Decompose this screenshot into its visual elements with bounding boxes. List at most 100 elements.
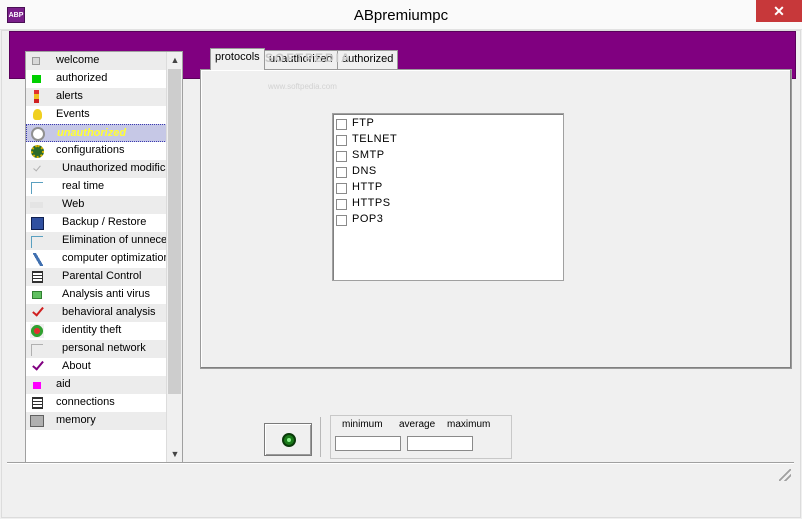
protocol-label: TELNET: [352, 133, 398, 145]
sidebar-item-memory[interactable]: memory: [26, 412, 167, 430]
protocol-checklist: FTP TELNET SMTP DNS HTTP HTTPS POP3: [332, 113, 564, 281]
sidebar-item-label: Analysis anti virus: [62, 288, 151, 300]
sidebar-item-label: Parental Control: [62, 270, 142, 282]
sidebar-item-alerts[interactable]: alerts: [26, 88, 167, 106]
green-box-icon: [32, 291, 42, 299]
trash-icon: [31, 236, 43, 248]
sidebar-item-label: computer optimization: [62, 252, 167, 264]
sidebar-item-authorized[interactable]: authorized: [26, 70, 167, 88]
divider: [320, 417, 321, 457]
lightbulb-icon: [33, 109, 42, 120]
checkbox[interactable]: [336, 215, 347, 226]
protocol-label: DNS: [352, 165, 377, 177]
sidebar-item-analysis-anti-virus[interactable]: Analysis anti virus: [26, 286, 167, 304]
alert-figure-icon: [34, 90, 39, 103]
scroll-up-arrow-icon[interactable]: ▲: [167, 52, 182, 68]
protocol-label: HTTP: [352, 181, 383, 193]
window-title: ABpremiumpc: [353, 7, 449, 24]
sidebar-item-personal-network[interactable]: personal network: [26, 340, 167, 358]
connections-icon: [32, 397, 43, 409]
document-icon: [32, 271, 43, 283]
sidebar-item-label: Unauthorized modifica: [62, 162, 167, 174]
checkbox[interactable]: [336, 119, 347, 130]
checkbox[interactable]: [336, 167, 347, 178]
network-icon: [31, 344, 43, 356]
sidebar-item-label: Events: [56, 108, 90, 120]
magenta-square-icon: [33, 382, 41, 389]
red-check-icon: [32, 304, 44, 317]
sidebar-item-label: welcome: [56, 54, 100, 66]
stats-group: minimum average maximum: [330, 415, 512, 459]
sidebar-item-label: Elimination of unneces: [62, 234, 167, 246]
backup-disk-icon: [31, 217, 44, 230]
checkmark-light-icon: [33, 163, 41, 172]
sidebar-item-connections[interactable]: connections: [26, 394, 167, 412]
softpedia-watermark: SOFTPEDIA: [265, 51, 352, 65]
green-square-icon: [32, 75, 41, 83]
sidebar-scrollbar[interactable]: ▲ ▼: [166, 52, 182, 462]
welcome-icon: [32, 57, 40, 65]
sidebar-item-events[interactable]: Events: [26, 106, 167, 124]
about-check-icon: [32, 358, 44, 371]
memory-chip-icon: [30, 415, 44, 427]
http-icon: [30, 202, 43, 208]
tab-protocols[interactable]: protocols: [210, 48, 265, 70]
sidebar-item-label: authorized: [56, 72, 108, 84]
sidebar-item-label: real time: [62, 180, 105, 192]
maximum-label: maximum: [447, 419, 491, 430]
scroll-thumb[interactable]: [168, 69, 181, 394]
sidebar-item-label: behavioral analysis: [62, 306, 156, 318]
maximum-field[interactable]: [407, 436, 473, 451]
sidebar-item-label: personal network: [62, 342, 146, 354]
clock-icon: [31, 182, 43, 194]
minimum-field[interactable]: [335, 436, 401, 451]
sidebar-item-label: identity theft: [62, 324, 122, 336]
status-bar: [7, 462, 794, 484]
sidebar-item-backup-restore[interactable]: Backup / Restore: [26, 214, 167, 232]
sidebar-item-identity-theft[interactable]: identity theft: [26, 322, 167, 340]
sidebar-item-aid[interactable]: aid: [26, 376, 167, 394]
sidebar-item-web[interactable]: Web: [26, 196, 167, 214]
minimum-label: minimum: [342, 419, 383, 430]
sidebar-item-unauthorized-modifica[interactable]: Unauthorized modifica: [26, 160, 167, 178]
sidebar-item-welcome[interactable]: welcome: [26, 52, 167, 70]
sidebar-item-real-time[interactable]: real time: [26, 178, 167, 196]
checkbox[interactable]: [336, 151, 347, 162]
sidebar-item-label: memory: [56, 414, 96, 426]
sidebar-item-label: Backup / Restore: [62, 216, 147, 228]
sidebar-item-label: About: [62, 360, 91, 372]
checkbox[interactable]: [336, 183, 347, 194]
close-button[interactable]: ✕: [756, 0, 802, 22]
softpedia-watermark-url: www.softpedia.com: [268, 82, 337, 91]
sidebar-item-label: alerts: [56, 90, 83, 102]
sidebar-item-unauthorized[interactable]: unauthorized: [26, 124, 167, 142]
protocol-label: POP3: [352, 213, 384, 225]
average-label: average: [399, 419, 436, 430]
protocol-label: SMTP: [352, 149, 385, 161]
sidebar-item-elimination-of-unneces[interactable]: Elimination of unneces: [26, 232, 167, 250]
sidebar-item-about[interactable]: About: [26, 358, 167, 376]
sidebar-item-label: Web: [62, 198, 85, 210]
identity-icon: [30, 324, 44, 338]
config-gear-icon: [31, 145, 44, 158]
checkbox[interactable]: [336, 199, 347, 210]
sidebar-item-label: configurations: [56, 144, 125, 156]
protocol-label: FTP: [352, 117, 375, 129]
blocked-circle-icon: [31, 127, 45, 141]
sidebar-item-parental-control[interactable]: Parental Control: [26, 268, 167, 286]
title-bar[interactable]: ABP ABpremiumpc ✕: [0, 0, 802, 30]
sidebar-item-computer-optimization[interactable]: computer optimization: [26, 250, 167, 268]
scroll-down-arrow-icon[interactable]: ▼: [167, 446, 182, 462]
sidebar-item-label: connections: [56, 396, 115, 408]
checkbox[interactable]: [336, 135, 347, 146]
optimization-icon: [33, 253, 43, 266]
resize-grip-icon[interactable]: [779, 469, 791, 481]
sidebar-item-label: aid: [56, 378, 71, 390]
sidebar-item-behavioral-analysis[interactable]: behavioral analysis: [26, 304, 167, 322]
green-circle-icon: [282, 433, 296, 447]
start-scan-button[interactable]: [264, 423, 312, 456]
sidebar-item-label: unauthorized: [57, 127, 127, 139]
protocol-label: HTTPS: [352, 197, 391, 209]
sidebar-nav: welcome authorized alerts Events unauthorize…: [25, 51, 183, 463]
sidebar-item-configurations[interactable]: configurations: [26, 142, 167, 160]
